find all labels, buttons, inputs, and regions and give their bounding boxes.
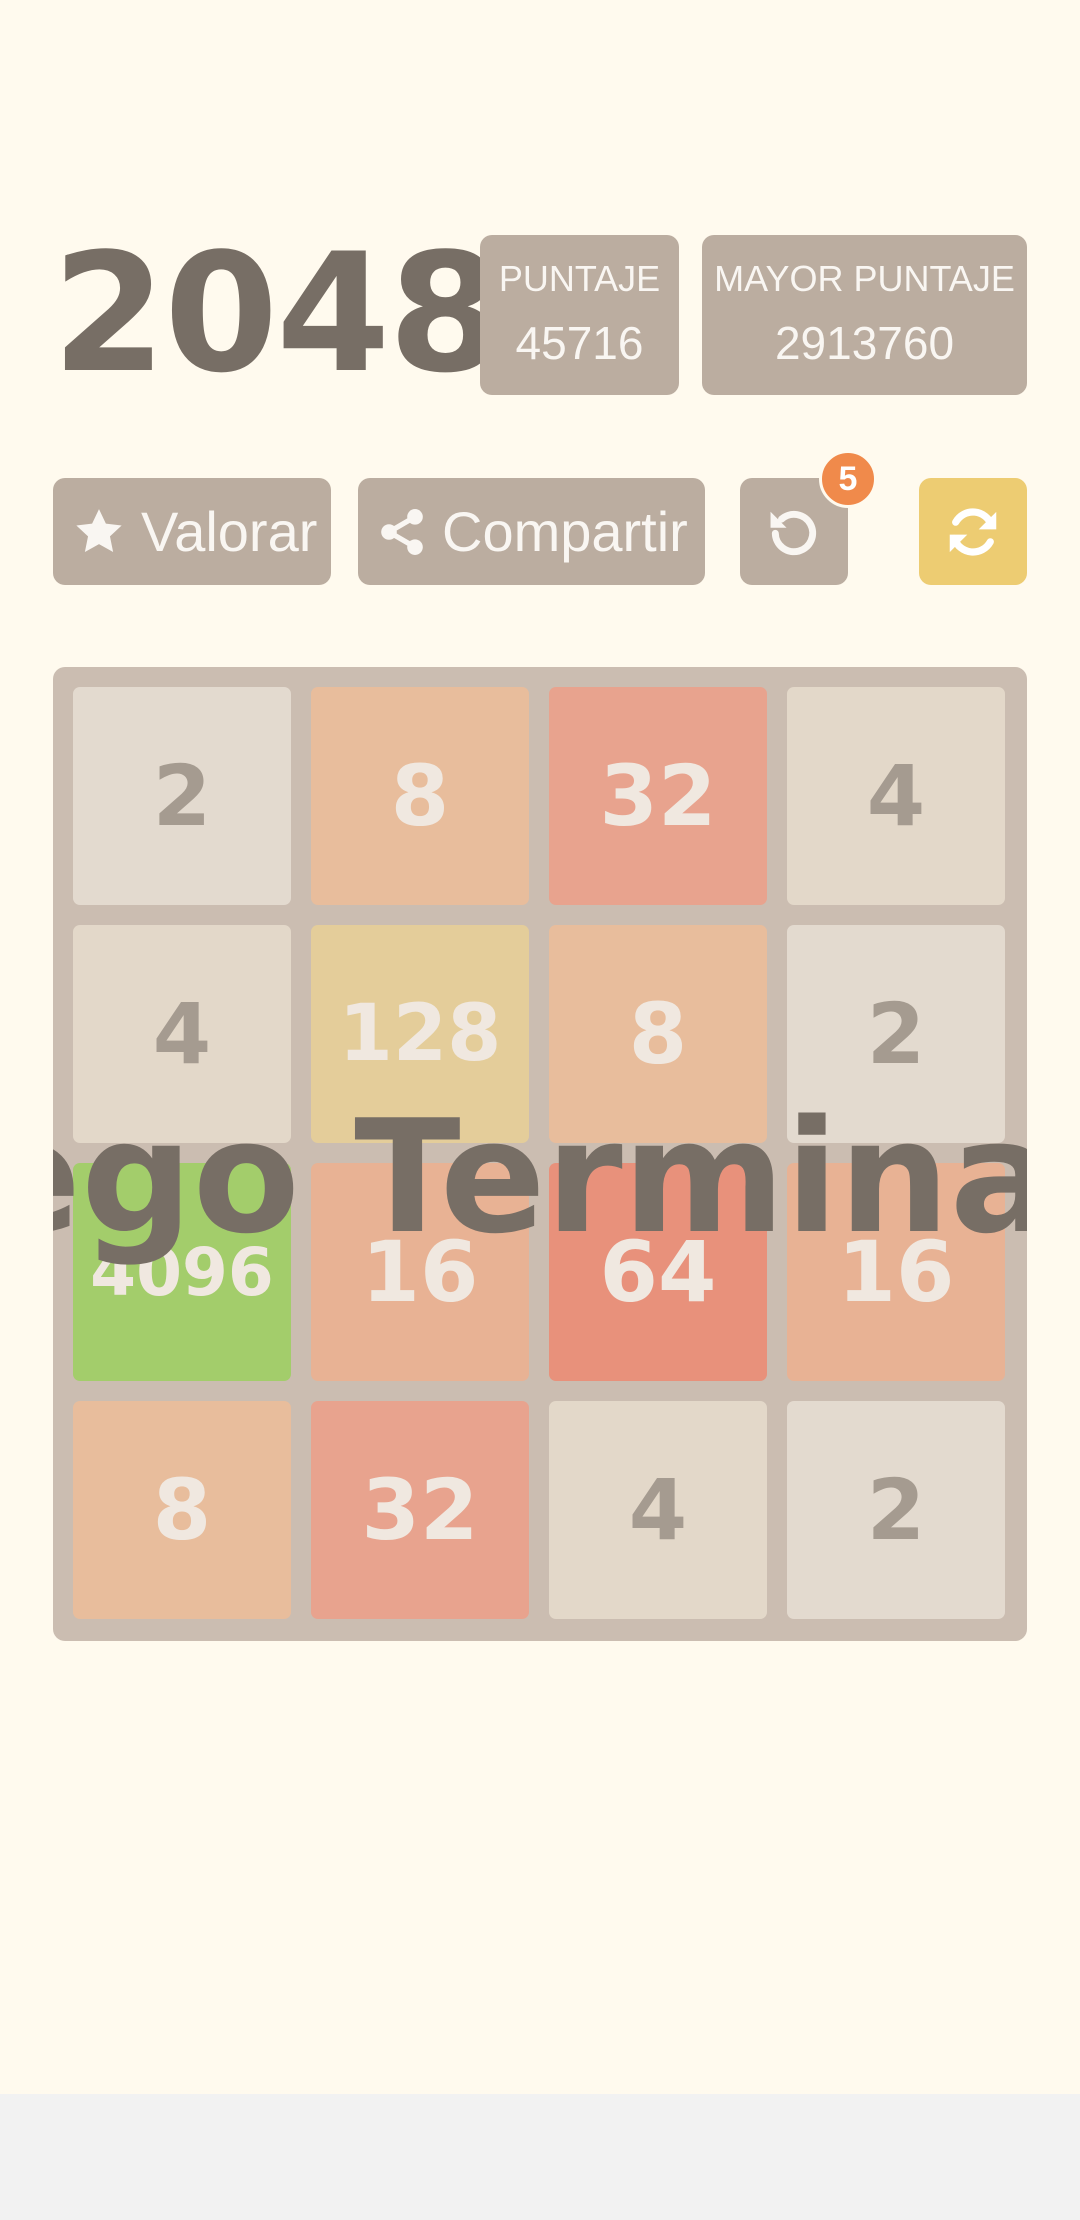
best-score-label: MAYOR PUNTAJE — [714, 258, 1015, 299]
tile: 8 — [73, 1401, 291, 1619]
tile: 4 — [73, 925, 291, 1143]
rate-label: Valorar — [141, 500, 318, 563]
tile: 8 — [311, 687, 529, 905]
star-icon — [69, 502, 129, 562]
tile: 2 — [787, 925, 1005, 1143]
share-button[interactable]: Compartir — [358, 478, 705, 585]
share-label: Compartir — [442, 500, 688, 563]
tile: 16 — [787, 1163, 1005, 1381]
score-label: PUNTAJE — [498, 258, 661, 299]
score-value: 45716 — [515, 317, 644, 369]
tile: 2 — [787, 1401, 1005, 1619]
tile: 64 — [549, 1163, 767, 1381]
tile: 4 — [549, 1401, 767, 1619]
refresh-icon — [941, 500, 1005, 564]
game-board[interactable]: 2 8 32 4 4 128 8 2 4096 16 64 16 8 32 4 2 — [53, 667, 1027, 1641]
best-score-value: 2913760 — [774, 317, 955, 369]
tile: 16 — [311, 1163, 529, 1381]
tile: 32 — [311, 1401, 529, 1619]
tile: 2 — [73, 687, 291, 905]
best-score-box: MAYOR PUNTAJE 2913760 — [702, 235, 1027, 395]
tile: 8 — [549, 925, 767, 1143]
new-game-button[interactable] — [919, 478, 1027, 585]
game-screen: 2048 PUNTAJE 45716 MAYOR PUNTAJE 2913760… — [0, 0, 1080, 2094]
tile: 4096 — [73, 1163, 291, 1381]
score-box: PUNTAJE 45716 — [480, 235, 679, 395]
tile: 4 — [787, 687, 1005, 905]
rate-button[interactable]: Valorar — [53, 478, 331, 585]
game-title: 2048 — [52, 218, 502, 409]
share-icon — [374, 504, 430, 560]
tile: 128 — [311, 925, 529, 1143]
undo-count-badge: 5 — [819, 450, 877, 508]
tile: 32 — [549, 687, 767, 905]
undo-icon — [761, 499, 827, 565]
